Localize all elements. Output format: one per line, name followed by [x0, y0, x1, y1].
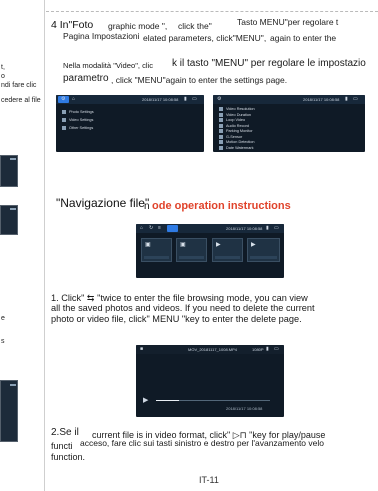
status-time: 2018/11/17 10:08:58 [226, 226, 263, 231]
progress-track[interactable] [156, 400, 270, 401]
sd-card-icon: ▮ [345, 96, 348, 102]
sd-card-icon: ▮ [266, 346, 269, 352]
refresh-icon: ↻ [149, 225, 154, 231]
step1-line: photo or video file, click" MENU "key to… [51, 313, 302, 324]
file-thumbnail[interactable]: ▣ [141, 238, 172, 262]
status-time: 2018/11/17 10:08:58 [142, 97, 179, 102]
file-thumbnail[interactable]: ▶ [212, 238, 243, 262]
settings-screenshot-left: ⚙ ⌂ 2018/11/17 10:08:58 ▮ ▭ Photo Settin… [56, 95, 204, 152]
play-icon[interactable]: ▶ [143, 397, 148, 404]
section-title-overlay: "Navigazione file" [56, 196, 150, 210]
left-screenshot [0, 205, 18, 235]
sd-card-icon: ▮ [266, 225, 269, 231]
step4-heading: 4 In"Foto [51, 19, 94, 31]
progress-fill [156, 400, 179, 401]
status-time: 2018/11/17 10:08:58 [303, 97, 340, 102]
step4-heading-part: graphic mode ", [108, 21, 168, 31]
battery-icon: ▭ [274, 225, 279, 231]
back-icon: ⌂ [140, 225, 144, 231]
video-mode-overlay: Nella modalità "Video", clic [63, 61, 154, 70]
status-bar: ⚙ ⌂ 2018/11/17 10:08:58 ▮ ▭ [56, 95, 204, 104]
sd-card-icon: ▮ [184, 96, 187, 102]
menu-item[interactable]: Photo Settings [59, 109, 199, 115]
page-number: IT-11 [199, 475, 219, 485]
left-screenshot [0, 380, 18, 442]
battery-icon: ▭ [274, 346, 279, 352]
left-fragment: s [1, 338, 5, 345]
step4-line2: elated parameters, click"MENU", [143, 33, 267, 43]
battery-icon: ▭ [353, 96, 358, 102]
status-bar: ⚙ 2018/11/17 10:08:58 ▮ ▭ [213, 95, 365, 104]
step2-overlay-italian: acceso, fare clic sui tasti sinistro e d… [80, 438, 324, 448]
left-screenshot [0, 155, 18, 187]
step4-overlay-italian: Pagina Impostazioni [63, 31, 140, 41]
menu-item[interactable]: Video Settings [59, 117, 199, 123]
gear-icon: ⚙ [61, 96, 66, 102]
top-rule [46, 11, 378, 13]
step2-lead: 2.Se il [51, 427, 79, 438]
gear-icon: ⚙ [217, 96, 222, 102]
step1-paragraph: 1. Click" ⇆ "twice to enter the file bro… [51, 293, 375, 324]
step1-line: 1. Click" ⇆ "twice to enter the file bro… [51, 293, 308, 303]
file-thumbnail[interactable]: ▣ [176, 238, 207, 262]
menu-icon: ≡ [158, 225, 161, 231]
step2-line3: function. [51, 452, 86, 462]
left-fragment: e [1, 315, 5, 322]
section-title-connector: n [144, 201, 150, 212]
menu-item[interactable]: Other Settings [59, 125, 199, 131]
file-browser-screenshot: ⌂ ↻ ≡ 2018/11/17 10:08:58 ▮ ▭ ▣ ▣ ▶ ▶ [136, 224, 284, 278]
step4-line4: parametro [63, 73, 109, 84]
file-thumbnail[interactable]: ▶ [247, 238, 280, 262]
step2-line2-start: functi [51, 441, 73, 451]
left-fragment: o [1, 73, 5, 80]
status-bar: ⌂ ↻ ≡ 2018/11/17 10:08:58 ▮ ▭ [136, 224, 284, 233]
player-top-bar: ■ MOV_20181117_1008.MP4 1080P ▮ ▭ [136, 345, 284, 354]
column-divider [44, 0, 45, 491]
left-fragment: t, [1, 64, 5, 71]
section-title: ode operation instructions [152, 200, 291, 212]
step4-heading-part: click the" [178, 21, 212, 31]
left-page-column: t, o ndi fare clic cedere al file e s [0, 0, 44, 491]
menu-item[interactable]: Date Watermark [216, 145, 362, 151]
video-camera-icon: ■ [140, 346, 144, 352]
video-mode-overlay: k il tasto "MENU" per regolare le impost… [172, 58, 366, 69]
left-fragment: ndi fare clic [1, 82, 37, 89]
video-player-screenshot: ■ MOV_20181117_1008.MP4 1080P ▮ ▭ ▶ 2018… [136, 345, 284, 417]
back-icon: ⌂ [72, 96, 76, 102]
step4-line4: , click "MENU"again to enter the setting… [111, 75, 288, 85]
step4-line2: again to enter the [270, 33, 337, 43]
player-timestamp: 2018/11/17 10:08:58 [226, 406, 263, 411]
file-tab-highlight [167, 225, 178, 232]
battery-icon: ▭ [192, 96, 197, 102]
step1-line: all the saved photos and videos. If you … [51, 303, 315, 314]
player-filename: MOV_20181117_1008.MP4 [188, 347, 237, 352]
player-resolution: 1080P [252, 347, 264, 352]
step4-overlay-italian: Tasto MENU"per regolare t [237, 17, 339, 27]
settings-screenshot-right: ⚙ 2018/11/17 10:08:58 ▮ ▭ Video Resoluti… [213, 95, 365, 152]
left-fragment: cedere al file [1, 97, 41, 104]
